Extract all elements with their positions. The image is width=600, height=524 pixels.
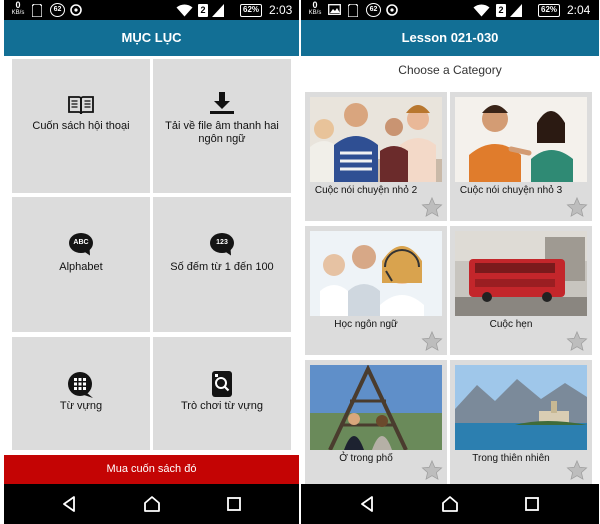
game-card-icon (212, 371, 232, 397)
menu-tile-alphabet[interactable]: ABC Alphabet (12, 197, 150, 332)
category-label: Trong thiên nhiên (472, 453, 550, 464)
network-speed-unit: KB/s (308, 10, 322, 16)
menu-tile-label: Cuốn sách hội thoại (32, 120, 130, 132)
network-speed-value: 0 (15, 0, 21, 10)
status-bar: 0 KB/s 62 2 62% 2:03 (4, 0, 299, 20)
notification-count-badge: 62 (50, 3, 65, 17)
star-icon[interactable] (421, 330, 443, 352)
menu-tile-label: Trò chơi từ vựng (180, 400, 264, 412)
group-conversation-photo (310, 97, 442, 182)
sim-card-icon (32, 4, 42, 17)
signal-icon (212, 4, 224, 17)
numbers-bubble-icon: 123 (210, 233, 234, 253)
category-label: Học ngôn ngữ (334, 319, 398, 330)
navigation-bar (4, 484, 299, 524)
network-speed-unit: KB/s (11, 10, 25, 16)
category-label: Cuộc nói chuyện nhỏ 2 (314, 185, 418, 196)
network-speed: 0 KB/s (307, 1, 323, 17)
network-speed: 0 KB/s (10, 1, 26, 17)
category-label: Ở trong phố (339, 453, 393, 464)
vocabulary-grid-icon (68, 372, 93, 398)
star-icon[interactable] (421, 459, 443, 481)
recents-icon[interactable] (522, 494, 542, 514)
menu-tile-label: Alphabet (59, 261, 103, 273)
home-icon[interactable] (142, 494, 162, 514)
wifi-icon (473, 4, 490, 17)
image-icon (328, 4, 341, 15)
notification-count-badge: 62 (366, 3, 381, 17)
home-icon[interactable] (440, 494, 460, 514)
page-title: Lesson 021-030 (301, 20, 599, 56)
category-card[interactable]: Cuộc nói chuyện nhỏ 2 (305, 92, 447, 221)
eiffel-tower-photo (310, 365, 442, 450)
lake-town-photo (455, 365, 587, 450)
star-icon[interactable] (421, 196, 443, 218)
abc-bubble-icon: ABC (69, 233, 93, 253)
battery-indicator: 62% (240, 4, 263, 17)
category-label: Cuộc nói chuyện nhỏ 3 (459, 185, 563, 196)
back-icon[interactable] (60, 494, 80, 514)
wifi-icon (176, 4, 193, 17)
menu-tile-label: Số đếm từ 1 đến 100 (170, 261, 274, 273)
category-card[interactable]: Cuộc hẹn (450, 226, 592, 355)
star-icon[interactable] (566, 196, 588, 218)
headset-learners-photo (310, 231, 442, 316)
sim-card-icon (348, 4, 358, 17)
category-card[interactable]: Trong thiên nhiên (450, 360, 592, 484)
sync-icon (386, 4, 398, 16)
category-card[interactable]: Học ngôn ngữ (305, 226, 447, 355)
menu-tile-numbers[interactable]: 123 Số đếm từ 1 đến 100 (153, 197, 291, 332)
couple-conversation-photo (455, 97, 587, 182)
menu-tile-vocabulary[interactable]: Từ vựng (12, 337, 150, 450)
red-bus-photo (455, 231, 587, 316)
menu-tile-download-audio[interactable]: Tải về file âm thanh hai ngôn ngữ (153, 59, 291, 193)
right-phone-screen: 0 KB/s 62 2 62% 2:04 Lesson 021-030 Choo… (301, 0, 599, 524)
star-icon[interactable] (566, 459, 588, 481)
category-card[interactable]: Ở trong phố (305, 360, 447, 484)
clock: 2:03 (269, 3, 293, 17)
left-phone-screen: 0 KB/s 62 2 62% 2:03 MỤC LỤC Cuốn sách h… (4, 0, 299, 524)
buy-book-button[interactable]: Mua cuốn sách đó (4, 455, 299, 484)
download-icon (210, 92, 234, 114)
network-speed-value: 0 (312, 0, 318, 10)
sim-slot-indicator: 2 (198, 4, 208, 17)
menu-tile-label: Từ vựng (59, 400, 103, 412)
recents-icon[interactable] (224, 494, 244, 514)
navigation-bar (301, 484, 599, 524)
sync-icon (70, 4, 82, 16)
battery-indicator: 62% (538, 4, 561, 17)
star-icon[interactable] (566, 330, 588, 352)
status-bar: 0 KB/s 62 2 62% 2:04 (301, 0, 599, 20)
category-card[interactable]: Cuộc nói chuyện nhỏ 3 (450, 92, 592, 221)
menu-tile-phrasebook[interactable]: Cuốn sách hội thoại (12, 59, 150, 193)
back-icon[interactable] (358, 494, 378, 514)
category-prompt: Choose a Category (398, 63, 502, 77)
book-icon (68, 96, 94, 115)
page-title: MỤC LỤC (4, 20, 299, 56)
menu-tile-label: Tải về file âm thanh hai ngôn ngữ (165, 120, 279, 145)
signal-icon (510, 4, 522, 17)
sim-slot-indicator: 2 (496, 4, 506, 17)
clock: 2:04 (567, 3, 591, 17)
category-label: Cuộc hẹn (489, 319, 533, 330)
menu-tile-vocab-game[interactable]: Trò chơi từ vựng (153, 337, 291, 450)
